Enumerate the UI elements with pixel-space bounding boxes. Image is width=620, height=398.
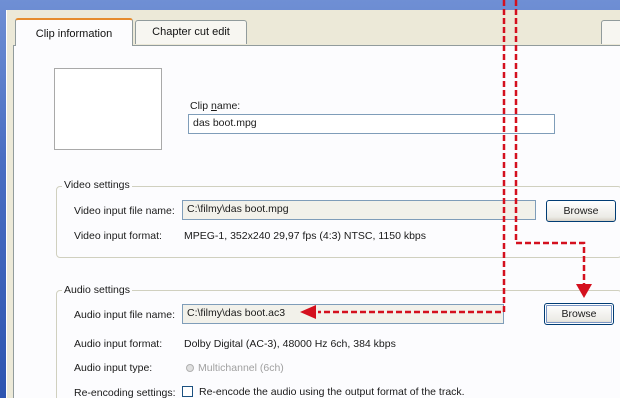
clip-thumbnail [54, 68, 162, 150]
audio-type-label: Audio input type: [74, 362, 153, 374]
clip-name-input[interactable]: das boot.mpg [188, 114, 555, 134]
reencode-checkbox-row[interactable]: Re-encode the audio using the output for… [182, 386, 465, 398]
video-file-label: Video input file name: [74, 205, 175, 217]
tab-clip-information[interactable]: Clip information [15, 18, 133, 46]
reencode-label: Re-encoding settings: [74, 387, 176, 398]
video-format-label: Video input format: [74, 230, 162, 242]
video-settings-legend: Video settings [62, 179, 132, 191]
audio-type-radio[interactable]: Multichannel (6ch) [186, 362, 284, 374]
checkbox-icon[interactable] [182, 386, 193, 397]
audio-file-input[interactable]: C:\filmy\das boot.ac3 [182, 304, 504, 324]
tab-chapter-cut-edit[interactable]: Chapter cut edit [135, 20, 247, 44]
audio-file-label: Audio input file name: [74, 309, 175, 321]
video-browse-button[interactable]: Browse [546, 200, 616, 222]
video-format-value: MPEG-1, 352x240 29,97 fps (4:3) NTSC, 11… [184, 230, 427, 242]
audio-settings-legend: Audio settings [62, 284, 132, 296]
audio-browse-button[interactable]: Browse [544, 303, 614, 325]
clip-name-label: Clip name: [190, 100, 241, 112]
tab-help[interactable]: H [601, 20, 620, 44]
video-file-input[interactable]: C:\filmy\das boot.mpg [182, 200, 536, 220]
video-settings-group [56, 186, 620, 258]
audio-format-label: Audio input format: [74, 338, 163, 350]
radio-icon [186, 364, 194, 372]
audio-format-value: Dolby Digital (AC-3), 48000 Hz 6ch, 384 … [184, 338, 396, 350]
